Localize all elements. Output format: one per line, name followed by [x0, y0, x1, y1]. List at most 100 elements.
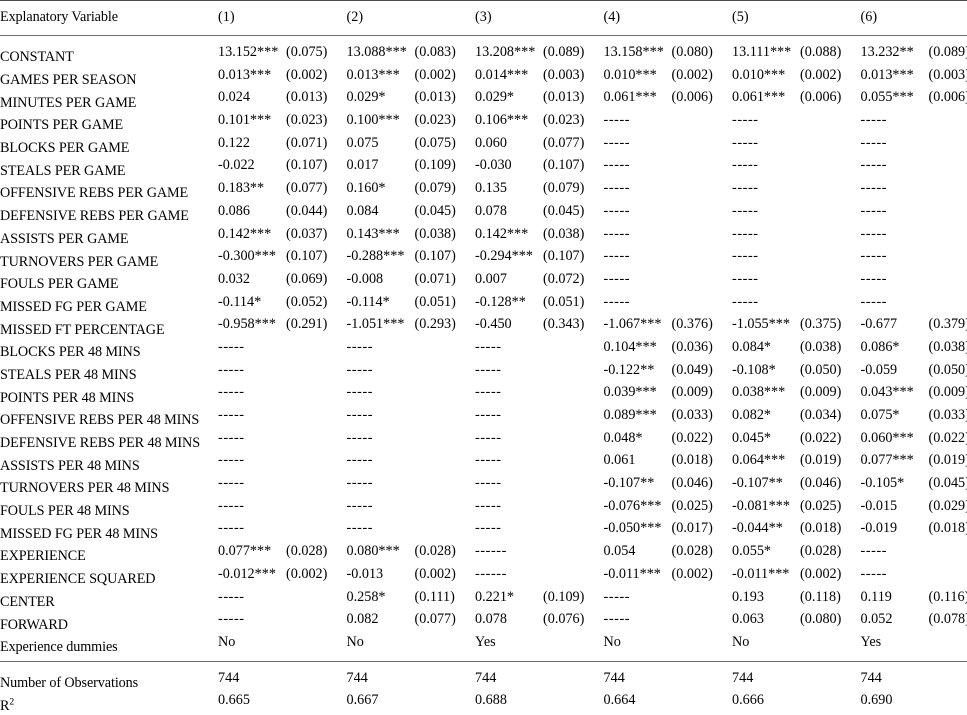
table-cell: 0.075(0.075): [347, 135, 476, 158]
table-cell: -----: [861, 180, 967, 203]
cell-content: 0.029*(0.013): [475, 89, 604, 106]
cell-content: -0.013(0.002): [347, 566, 476, 583]
cell-content: 0.075(0.075): [347, 135, 476, 152]
table-cell: -----: [861, 157, 967, 180]
table-cell: -----: [604, 180, 733, 203]
table-row: POINTS PER GAME0.101***(0.023)0.100***(0…: [0, 112, 967, 135]
variable-label: MISSED FG PER GAME: [0, 294, 218, 317]
cell-content: -1.067***(0.376): [604, 316, 733, 333]
cell-content: -0.300***(0.107): [218, 248, 347, 265]
cell-content: -0.958***(0.291): [218, 316, 347, 333]
cell-content: -----: [218, 407, 347, 424]
table-cell: 0.007(0.072): [475, 271, 604, 294]
omitted-value-dashes: -----: [732, 226, 759, 243]
table-cell: -0.011***(0.002): [732, 566, 861, 589]
coefficient-value: -0.015: [861, 498, 898, 515]
table-cell: -0.076***(0.025): [604, 498, 733, 521]
cell-content: ------: [475, 543, 604, 560]
cell-content: -0.105*(0.045): [861, 475, 967, 492]
table-cell: -1.051***(0.293): [347, 316, 476, 339]
standard-error-value: (0.083): [415, 44, 456, 61]
cell-content: -0.008(0.071): [347, 271, 476, 288]
cell-content: -----: [732, 157, 861, 174]
table-cell: -----: [475, 498, 604, 521]
table-cell: 0.078(0.076): [475, 611, 604, 634]
table-cell: -0.011***(0.002): [604, 566, 733, 589]
standard-error-value: (0.017): [672, 520, 713, 537]
cell-content: -0.076***(0.025): [604, 498, 733, 515]
standard-error-value: (0.075): [286, 44, 327, 61]
cell-value: Yes: [861, 634, 882, 651]
table-cell: -----: [347, 520, 476, 543]
cell-content: 0.055*(0.028): [732, 543, 861, 560]
standard-error-value: (0.045): [415, 203, 456, 220]
table-row: FORWARD-----0.082(0.077)0.078(0.076)----…: [0, 611, 967, 634]
variable-label: BLOCKS PER GAME: [0, 135, 218, 158]
table-cell: -----: [475, 339, 604, 362]
coefficient-value: 0.075: [347, 135, 379, 152]
coefficient-value: -0.013: [347, 566, 384, 583]
coefficient-value: 13.152***: [218, 44, 278, 61]
table-cell: -----: [604, 157, 733, 180]
table-cell: No: [218, 634, 347, 657]
coefficient-value: -0.011***: [604, 566, 661, 583]
table-cell: -----: [604, 294, 733, 317]
cell-value: 0.665: [218, 692, 250, 709]
omitted-value-dashes: -----: [604, 271, 631, 288]
coefficient-value: -0.128**: [475, 294, 526, 311]
standard-error-value: (0.028): [415, 543, 456, 560]
omitted-value-dashes: -----: [475, 339, 502, 356]
table-cell: 0.142***(0.037): [218, 226, 347, 249]
coefficient-value: -0.076***: [604, 498, 662, 515]
table-cell: 0.082(0.077): [347, 611, 476, 634]
cell-content: 0.080***(0.028): [347, 543, 476, 560]
cell-content: 0.052(0.078): [861, 611, 967, 628]
cell-content: -0.122**(0.049): [604, 362, 733, 379]
standard-error-value: (0.045): [929, 475, 967, 492]
table-cell: ------: [475, 543, 604, 566]
coefficient-value: 0.045*: [732, 430, 771, 447]
table-row: MISSED FT PERCENTAGE-0.958***(0.291)-1.0…: [0, 316, 967, 339]
table-cell: -----: [218, 520, 347, 543]
cell-content: -0.107**(0.046): [732, 475, 861, 492]
cell-content: -----: [218, 475, 347, 492]
table-cell: 744: [218, 670, 347, 693]
standard-error-value: (0.028): [800, 543, 841, 560]
coefficient-value: 0.010***: [604, 67, 657, 84]
cell-content: -----: [604, 157, 733, 174]
table-cell: -----: [347, 362, 476, 385]
omitted-value-dashes: -----: [347, 475, 374, 492]
standard-error-value: (0.107): [286, 248, 327, 265]
table-cell: -0.015(0.029): [861, 498, 967, 521]
table-cell: -----: [604, 271, 733, 294]
standard-error-value: (0.050): [929, 362, 967, 379]
table-cell: 0.104***(0.036): [604, 339, 733, 362]
variable-label: MINUTES PER GAME: [0, 89, 218, 112]
coefficient-value: 0.160*: [347, 180, 386, 197]
cell-content: 0.143***(0.038): [347, 226, 476, 243]
cell-content: 744: [347, 670, 476, 687]
omitted-value-dashes: -----: [604, 294, 631, 311]
table-row: DEFENSIVE REBS PER GAME0.086(0.044)0.084…: [0, 203, 967, 226]
coefficient-value: 0.010***: [732, 67, 785, 84]
table-cell: -0.107**(0.046): [604, 475, 733, 498]
cell-value: 0.690: [861, 692, 893, 709]
table-row: MINUTES PER GAME0.024(0.013)0.029*(0.013…: [0, 89, 967, 112]
table-cell: -----: [218, 339, 347, 362]
coefficient-value: 0.063: [732, 611, 764, 628]
cell-content: 13.232**(0.089): [861, 44, 967, 61]
standard-error-value: (0.022): [672, 430, 713, 447]
standard-error-value: (0.107): [543, 157, 584, 174]
table-cell: -0.012***(0.002): [218, 566, 347, 589]
cell-content: -----: [861, 135, 967, 152]
table-row: STEALS PER 48 MINS----------------0.122*…: [0, 362, 967, 385]
omitted-value-dashes: -----: [861, 271, 888, 288]
omitted-value-dashes: -----: [475, 430, 502, 447]
table-cell: 0.014***(0.003): [475, 67, 604, 90]
standard-error-value: (0.111): [415, 589, 455, 606]
coefficient-value: 13.158***: [604, 44, 664, 61]
coefficient-value: 0.054: [604, 543, 636, 560]
table-cell: -0.114*(0.051): [347, 294, 476, 317]
coefficient-value: -0.012***: [218, 566, 276, 583]
cell-content: 744: [604, 670, 733, 687]
